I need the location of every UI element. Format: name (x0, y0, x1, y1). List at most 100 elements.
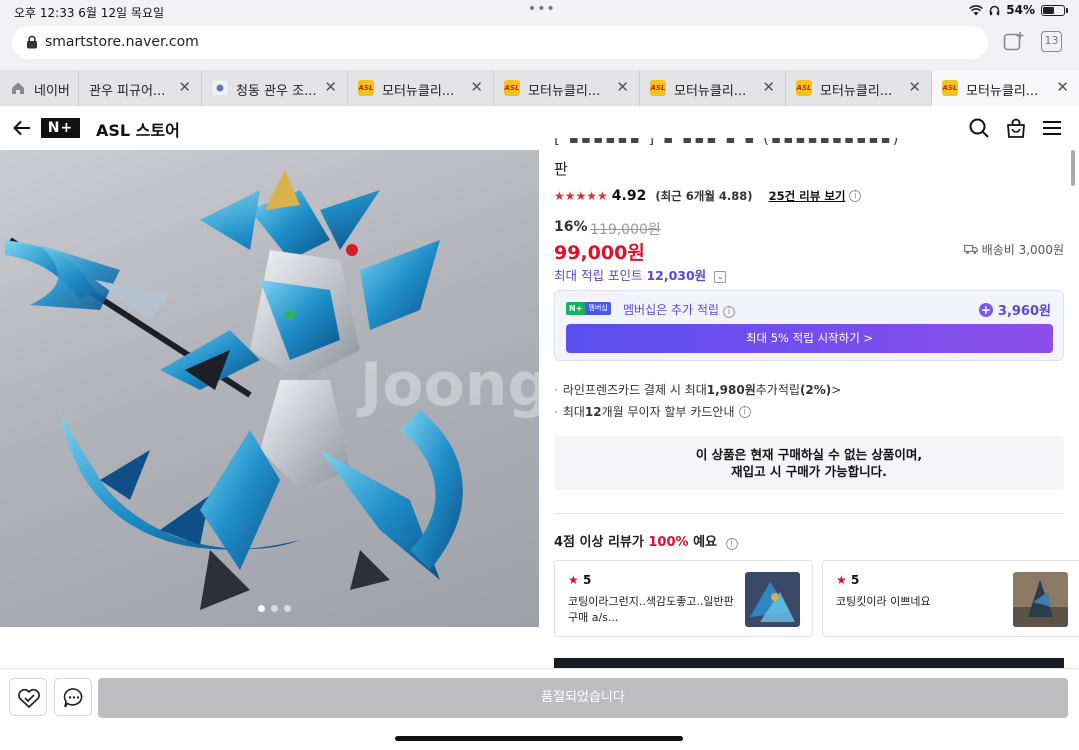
review-score-value: 5 (850, 573, 860, 587)
status-right: 54% (969, 3, 1068, 17)
new-tab-icon[interactable] (1003, 31, 1025, 53)
installment-months: 12 (584, 404, 602, 419)
recent-rating: (최근 6개월 4.88) (655, 189, 753, 203)
membership-text: 멤버십은 추가 적립 i (623, 301, 735, 318)
shopping-bag-icon[interactable] (1005, 117, 1027, 139)
shipping-fee: 배송비 3,000원 (963, 241, 1064, 258)
tab-motor-nuclear-4[interactable]: ASL 모터뉴클리... ✕ (786, 70, 932, 106)
membership-start-button[interactable]: 최대 5% 적립 시작하기 > (566, 324, 1053, 353)
bullet: · (554, 404, 558, 419)
tab-label: 모터뉴클리... (674, 84, 747, 99)
card-offer-suffix: 추가적립 (755, 383, 800, 397)
asl-favicon-icon: ASL (942, 80, 958, 96)
close-tab-icon[interactable]: ✕ (178, 78, 191, 96)
points-label: 최대 적립 포인트 (554, 268, 643, 283)
close-tab-icon[interactable]: ✕ (616, 78, 629, 96)
page-scrollbar[interactable] (1071, 150, 1075, 186)
review-card[interactable]: ★ 5 코팅이라그런지..색감도좋고..일반판 구매 a/s... (554, 560, 813, 637)
status-time-date: 오후 12:33 6월 12일 목요일 (14, 6, 165, 20)
battery-icon (1041, 4, 1068, 16)
url-text[interactable]: smartstore.naver.com (45, 34, 199, 50)
star-icon: ★ (568, 573, 579, 587)
close-tab-icon[interactable]: ✕ (324, 78, 337, 96)
rating-stars-icon: ★★★★★ (554, 189, 608, 203)
card-offer-amount: 1,980원 (706, 383, 756, 397)
tab-guanyu-figure[interactable]: 관우 피규어... ✕ (79, 70, 202, 106)
tab-strip: 네이버 관우 피규어... ✕ 청동 관우 조... ✕ ASL 모터뉴클리..… (0, 70, 1079, 106)
image-watermark: Joongg (360, 350, 539, 420)
naver-plus-logo[interactable]: N+ (41, 118, 80, 138)
carousel-dot[interactable] (258, 605, 265, 612)
info-icon[interactable]: i (849, 190, 862, 202)
multitask-dots-icon[interactable]: ••• (528, 1, 556, 17)
review-text: 코팅이라그런지..색감도좋고..일반판 구매 a/s... (568, 595, 734, 624)
status-bar: 오후 12:33 6월 12일 목요일 ••• 54% (0, 0, 1079, 22)
naver-plus-membership-badge: N+ 멤버십 (566, 302, 611, 315)
wifi-icon (969, 4, 984, 15)
carousel-dot[interactable] (271, 605, 278, 612)
tab-count-button[interactable]: 13 (1041, 31, 1062, 52)
product-image[interactable]: Joongg (0, 150, 539, 627)
tab-motor-nuclear-active[interactable]: ASL 모터뉴클리... ✕ (932, 70, 1079, 106)
chevron-right-icon: > (831, 382, 842, 397)
wishlist-button[interactable] (9, 678, 47, 716)
review-summary-heading: 4점 이상 리뷰가 100% 예요 i (554, 531, 738, 550)
card-offer-prefix: 라인프렌즈카드 결제 시 최대 (562, 383, 707, 397)
tab-naver[interactable]: 네이버 (0, 70, 79, 106)
review-score: ★ 5 (568, 573, 591, 587)
close-tab-icon[interactable]: ✕ (470, 78, 483, 96)
delivery-truck-icon (963, 244, 978, 255)
home-icon (12, 82, 24, 94)
discount-rate: 16% (554, 219, 588, 235)
tab-motor-nuclear-3[interactable]: ASL 모터뉴클리... ✕ (640, 70, 786, 106)
tab-motor-nuclear-2[interactable]: ASL 모터뉴클리... ✕ (494, 70, 640, 106)
home-indicator[interactable] (395, 736, 683, 741)
section-divider (554, 513, 1064, 514)
review-thumbnail[interactable] (1013, 572, 1068, 627)
asl-favicon-icon: ASL (650, 80, 666, 96)
close-tab-icon[interactable]: ✕ (762, 78, 775, 96)
rating-row: ★★★★★ 4.92 (최근 6개월 4.88) 25건 리뷰 보기 i (554, 188, 862, 204)
original-price: 119,000원 (590, 222, 661, 238)
carousel-dots[interactable] (258, 605, 291, 612)
search-icon[interactable] (968, 117, 990, 139)
star-icon: ★ (836, 573, 847, 587)
sale-price: 99,000원 (554, 242, 645, 264)
bullet: · (554, 382, 558, 397)
lock-icon (27, 35, 37, 49)
carousel-dot[interactable] (284, 605, 291, 612)
asl-favicon-icon: ASL (796, 80, 812, 96)
talk-button[interactable] (54, 678, 92, 716)
menu-icon[interactable] (1041, 117, 1063, 139)
tab-bronze-guanyu[interactable]: 청동 관우 조... ✕ (202, 70, 348, 106)
heart-check-icon (18, 688, 40, 708)
battery-fill (1043, 6, 1054, 14)
close-tab-icon[interactable]: ✕ (1056, 78, 1069, 96)
tab-motor-nuclear-1[interactable]: ASL 모터뉴클리... ✕ (348, 70, 494, 106)
store-name[interactable]: ASL 스토어 (96, 117, 180, 141)
review-thumbnail[interactable] (745, 572, 800, 627)
max-points[interactable]: 최대 적립 포인트 12,030원 ⌄ (554, 265, 727, 284)
asl-favicon-icon: ASL (358, 80, 374, 96)
chevron-down-icon[interactable]: ⌄ (714, 270, 727, 283)
info-icon[interactable]: i (738, 405, 751, 418)
soldout-notice-line1: 이 상품은 현재 구매하실 수 없는 상품이며, (695, 447, 923, 462)
installment-prefix: 최대 (562, 405, 585, 419)
tab-label: 네이버 (34, 84, 70, 99)
info-icon[interactable]: i (722, 306, 735, 318)
card-offer-linefriends[interactable]: · 라인프렌즈카드 결제 시 최대 1,980원 추가적립 (2%) > (554, 381, 841, 398)
card-offer-installment[interactable]: · 최대 12 개월 무이자 할부 카드안내 i (554, 403, 751, 420)
asl-favicon-icon: ASL (504, 80, 520, 96)
info-icon[interactable]: i (725, 538, 738, 550)
review-card[interactable]: ★ 5 코팅킷이라 이쁘네요 (822, 560, 1079, 637)
review-heading-suffix: 예요 (688, 535, 718, 550)
soldout-button[interactable]: 품절되었습니다 (98, 678, 1068, 718)
review-link[interactable]: 25건 리뷰 보기 (769, 188, 846, 204)
membership-points: + 3,960원 (978, 300, 1051, 319)
url-bar[interactable]: smartstore.naver.com (12, 26, 988, 59)
back-arrow-icon[interactable] (12, 118, 32, 138)
site-favicon-icon (213, 81, 227, 95)
close-tab-icon[interactable]: ✕ (908, 78, 921, 96)
membership-box: N+ 멤버십 멤버십은 추가 적립 i + 3,960원 최대 5% 적립 시작하… (554, 290, 1064, 361)
tab-label: 청동 관우 조... (236, 84, 317, 99)
